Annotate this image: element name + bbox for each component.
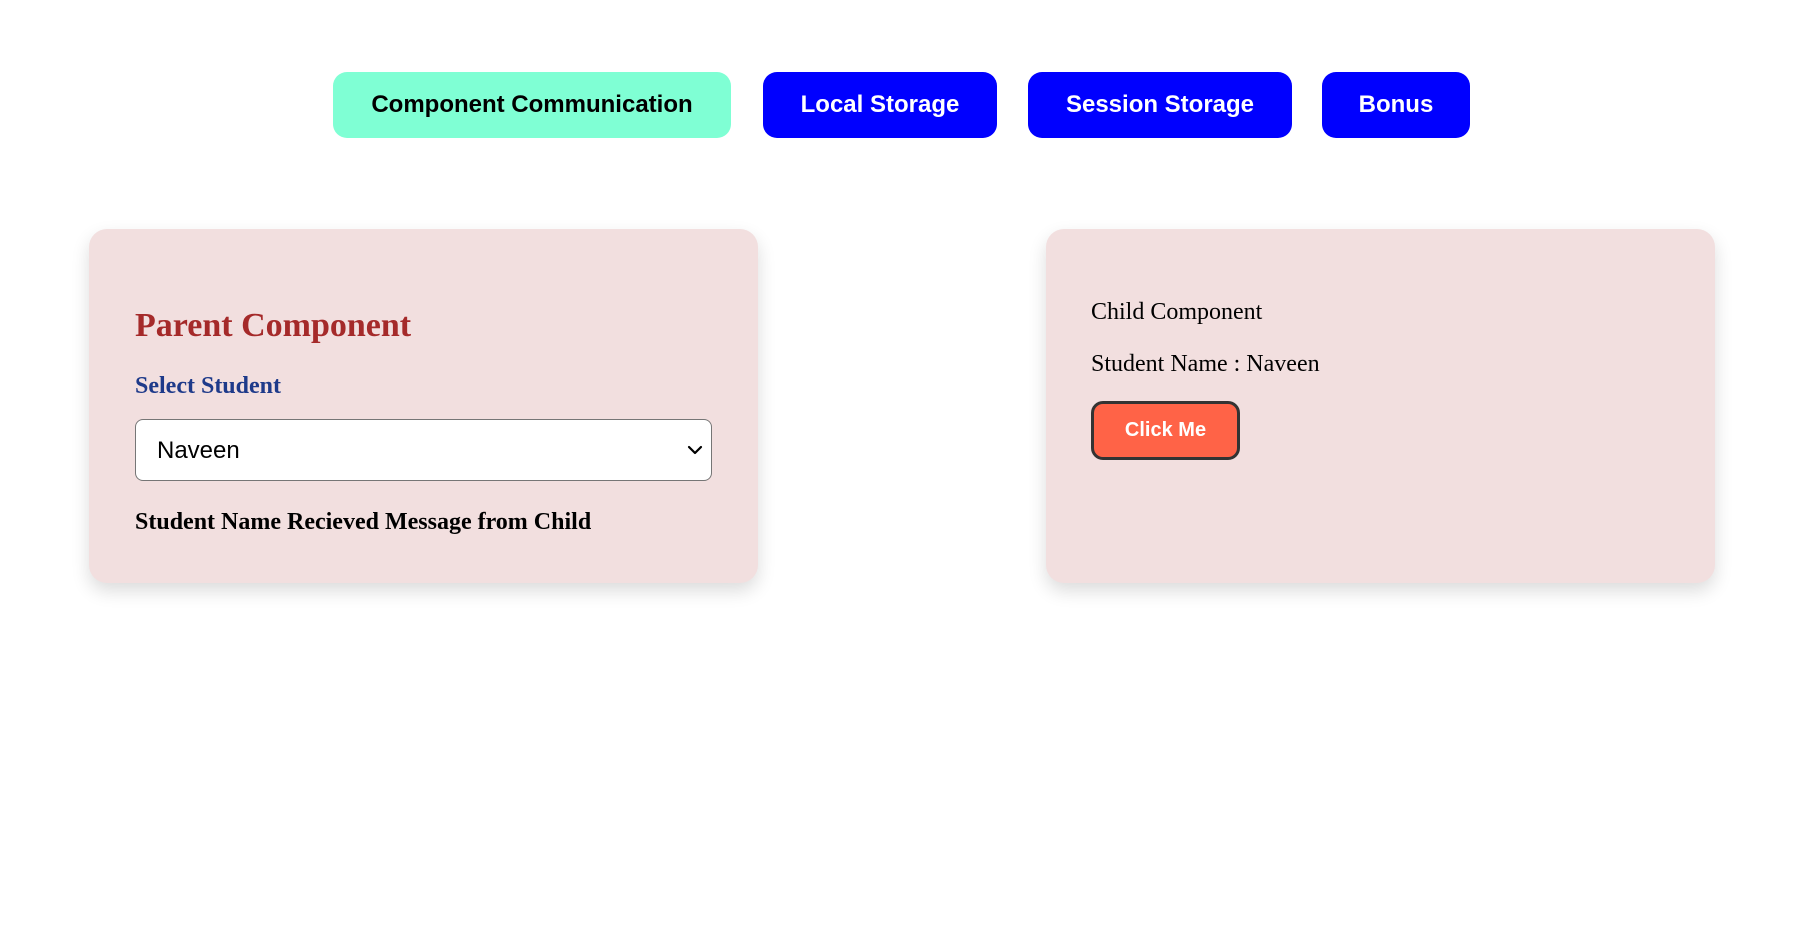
received-message-text: Student Name Recieved Message from Child	[135, 509, 592, 535]
chevron-down-icon	[687, 445, 703, 455]
tab-local-storage[interactable]: Local Storage	[763, 72, 997, 138]
student-select[interactable]: Naveen	[135, 419, 712, 481]
tab-bonus[interactable]: Bonus	[1322, 72, 1470, 138]
child-component-card: Child Component Student Name : Naveen Cl…	[1046, 229, 1715, 583]
select-student-label: Select Student	[135, 373, 281, 399]
child-component-title: Child Component	[1091, 299, 1263, 325]
parent-component-card: Parent Component Select Student Naveen S…	[89, 229, 758, 583]
tab-component-communication[interactable]: Component Communication	[333, 72, 731, 138]
tab-session-storage[interactable]: Session Storage	[1028, 72, 1292, 138]
top-navigation: Component Communication Local Storage Se…	[0, 72, 1810, 138]
child-student-name: Student Name : Naveen	[1091, 351, 1320, 377]
student-select-value: Naveen	[157, 437, 240, 464]
parent-component-title: Parent Component	[135, 307, 412, 344]
click-me-button[interactable]: Click Me	[1091, 401, 1240, 460]
